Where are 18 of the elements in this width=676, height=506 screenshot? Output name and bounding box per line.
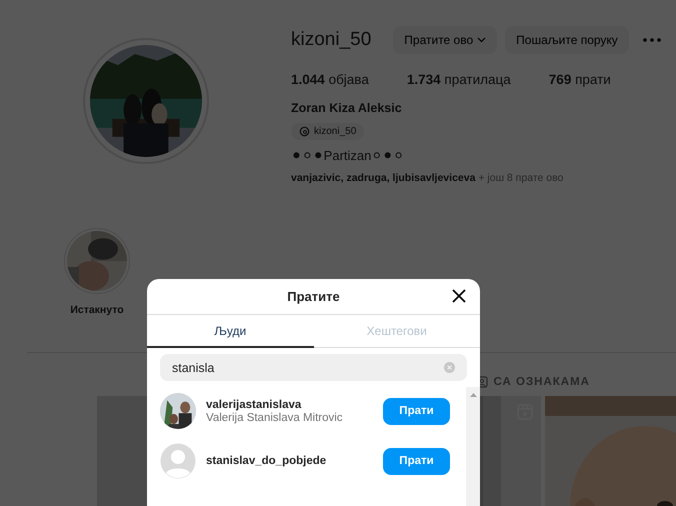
dialog-title: Пратите xyxy=(287,289,340,304)
full-name: Zoran Kiza Aleksic xyxy=(291,101,403,115)
result-full-name: Valerija Stanislava Mitrovic xyxy=(206,412,344,424)
profile-stat[interactable]: 1.044 објава xyxy=(291,72,369,87)
follow-button[interactable]: Прати xyxy=(383,448,450,474)
dialog-tab[interactable]: Хештегови xyxy=(314,315,480,348)
dialog-tab[interactable]: Људи xyxy=(147,315,314,348)
follow-button[interactable]: Пратите ово xyxy=(393,26,498,54)
profile-stat[interactable]: 769 прати xyxy=(548,72,611,87)
bio-text: ⚫⚪⚫Partizan⚪⚫⚪ xyxy=(291,148,406,164)
profile-username: kizoni_50 xyxy=(291,29,372,51)
result-username[interactable]: valerijastanislava xyxy=(206,398,373,410)
search-field[interactable]: stanisla xyxy=(160,354,467,381)
follow-button[interactable]: Прати xyxy=(383,398,450,424)
result-username[interactable]: stanislav_do_pobjede xyxy=(206,455,373,467)
highlight-label[interactable]: Истакнуто xyxy=(70,304,124,316)
message-button[interactable]: Пошаљите поруку xyxy=(505,26,629,54)
profile-stat[interactable]: 1.734 пратилаца xyxy=(406,72,511,87)
